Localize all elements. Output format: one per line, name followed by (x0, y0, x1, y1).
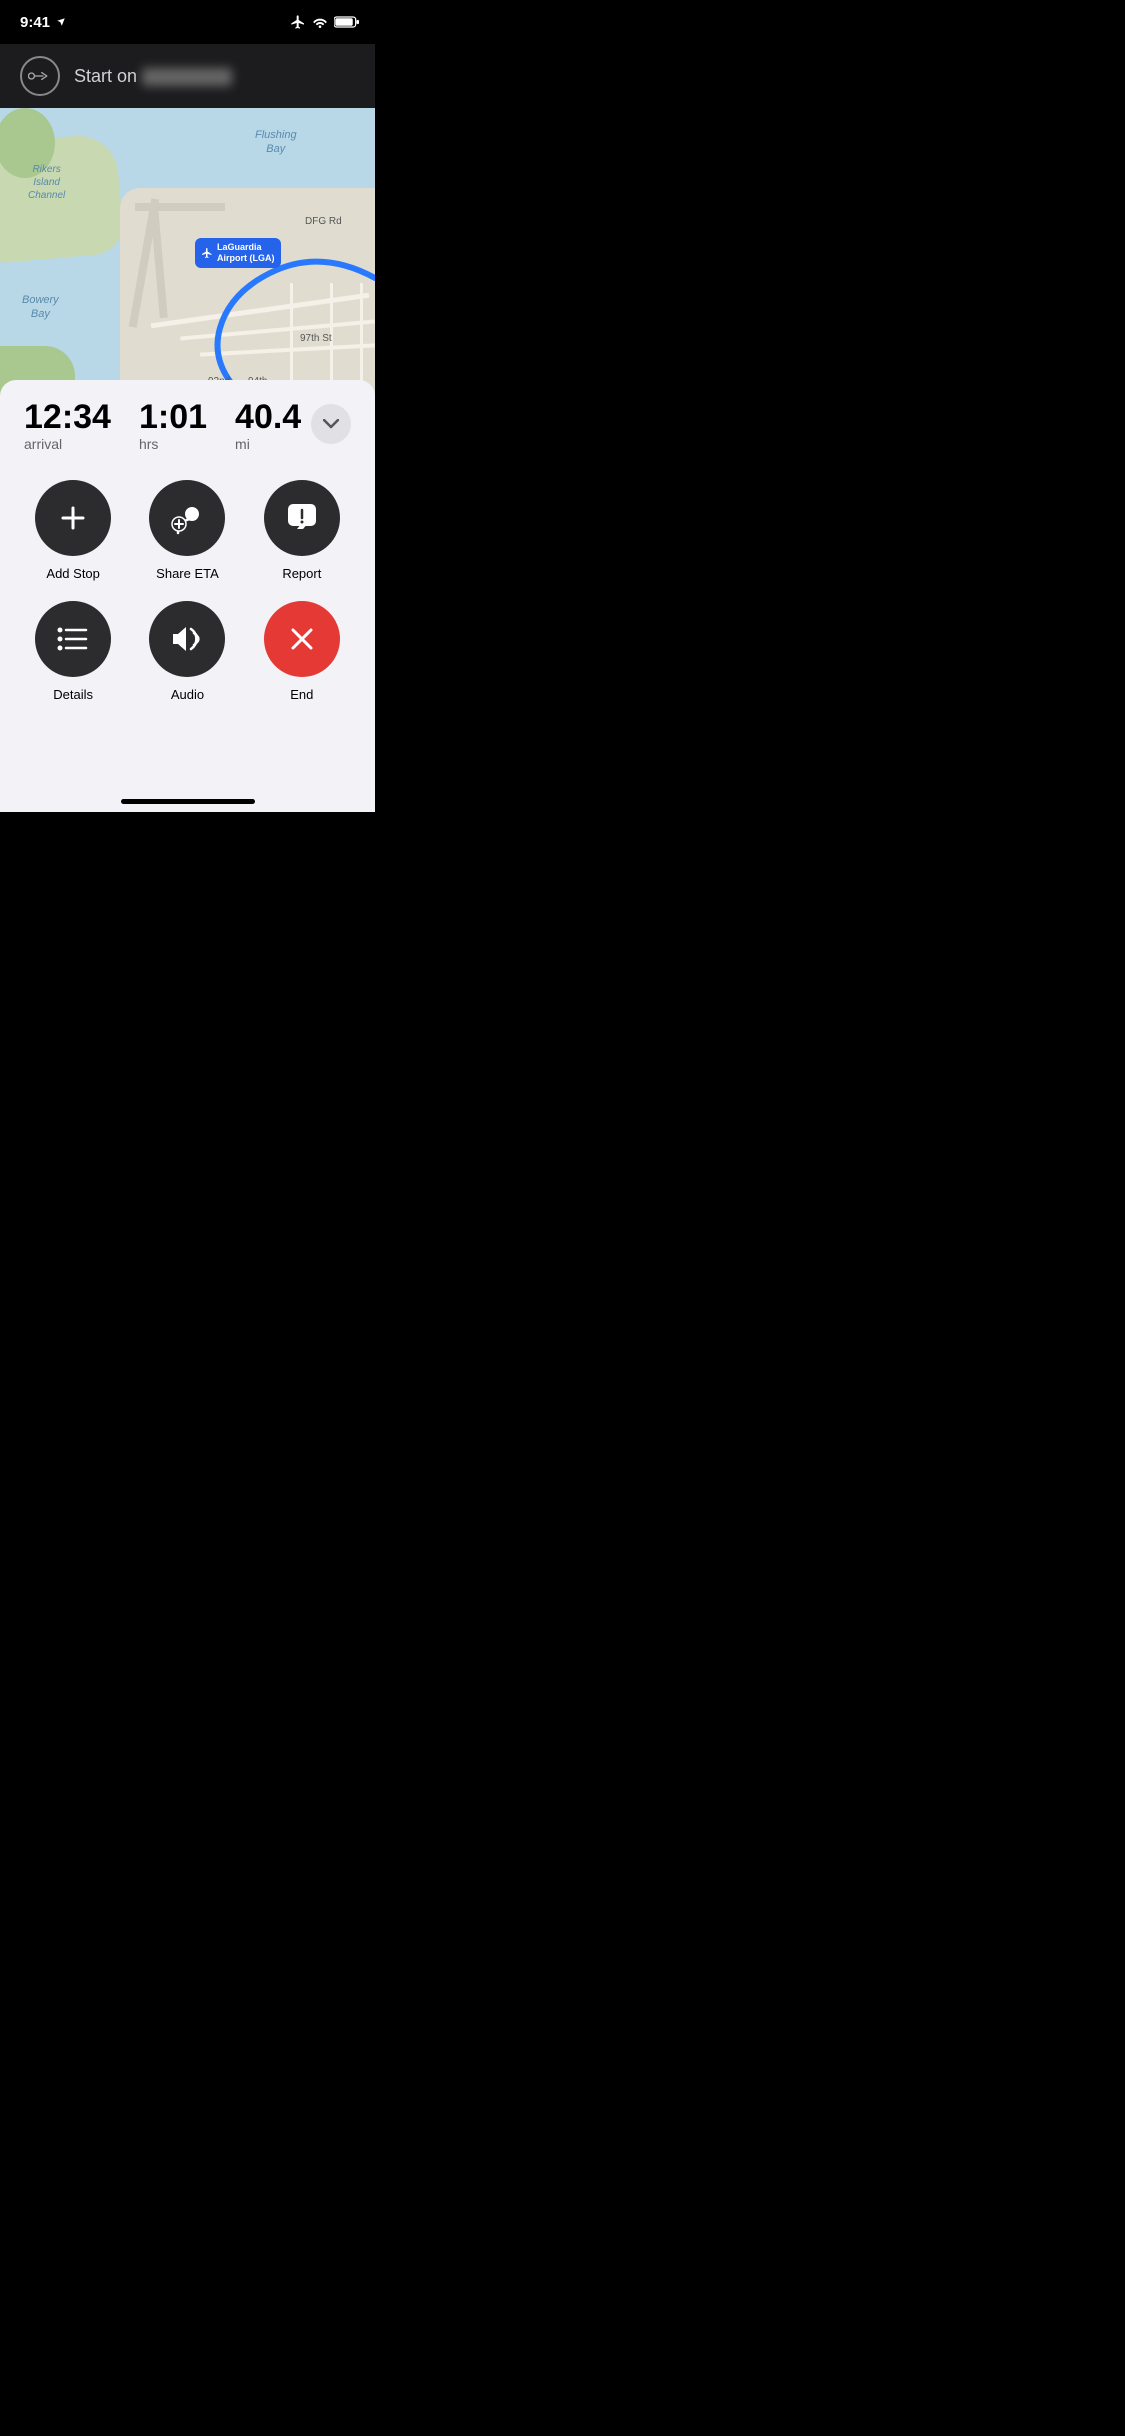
dot-arrow-icon (28, 67, 52, 85)
end-button[interactable]: End (253, 601, 351, 702)
distance-value: 40.4 (235, 400, 301, 434)
map-area: LaGuardiaAirport (LGA) FlushingBay Riker… (0, 108, 375, 426)
distance-stat: 40.4 mi (235, 400, 301, 452)
audio-circle (149, 601, 225, 677)
wifi-icon (312, 16, 328, 28)
plus-icon (57, 502, 89, 534)
distance-label: mi (235, 436, 301, 452)
duration-value: 1:01 (139, 400, 207, 434)
end-label: End (290, 687, 313, 702)
stats-left: 12:34 arrival 1:01 hrs 40.4 mi (24, 400, 301, 452)
top-banner[interactable]: Start on (0, 44, 375, 108)
share-eta-circle (149, 480, 225, 556)
location-arrow-icon (56, 17, 66, 27)
home-indicator (121, 799, 255, 804)
battery-icon (334, 16, 359, 28)
arrival-value: 12:34 (24, 400, 111, 434)
add-stop-label: Add Stop (46, 566, 100, 581)
arrival-stat: 12:34 arrival (24, 400, 111, 452)
route-icon (20, 56, 60, 96)
duration-stat: 1:01 hrs (139, 400, 207, 452)
expand-collapse-button[interactable] (311, 404, 351, 444)
status-icons (290, 14, 359, 30)
details-button[interactable]: Details (24, 601, 122, 702)
audio-label: Audio (171, 687, 204, 702)
duration-label: hrs (139, 436, 207, 452)
exclamation-bubble-icon (285, 501, 319, 535)
chevron-down-icon (323, 419, 339, 429)
share-eta-icon (168, 501, 206, 535)
airplane-mode-icon (290, 14, 306, 30)
x-icon (287, 624, 317, 654)
report-circle (264, 480, 340, 556)
route-path-svg (0, 108, 375, 426)
time-display: 9:41 (20, 14, 50, 31)
arrival-label: arrival (24, 436, 111, 452)
banner-text: Start on (74, 66, 232, 87)
list-icon (56, 625, 90, 653)
report-label: Report (282, 566, 321, 581)
share-eta-label: Share ETA (156, 566, 219, 581)
status-bar: 9:41 (0, 0, 375, 44)
details-label: Details (53, 687, 93, 702)
share-eta-button[interactable]: Share ETA (138, 480, 236, 581)
add-stop-button[interactable]: Add Stop (24, 480, 122, 581)
audio-button[interactable]: Audio (138, 601, 236, 702)
start-on-text: Start on (74, 66, 137, 86)
blurred-route-text (142, 68, 232, 86)
status-time: 9:41 (20, 14, 66, 31)
report-button[interactable]: Report (253, 480, 351, 581)
bottom-panel: 12:34 arrival 1:01 hrs 40.4 mi (0, 380, 375, 812)
speaker-icon (169, 624, 205, 654)
details-circle (35, 601, 111, 677)
stats-row: 12:34 arrival 1:01 hrs 40.4 mi (24, 400, 351, 452)
add-stop-circle (35, 480, 111, 556)
end-circle (264, 601, 340, 677)
actions-grid: Add Stop Share ETA (24, 480, 351, 702)
map-background: LaGuardiaAirport (LGA) FlushingBay Riker… (0, 108, 375, 426)
